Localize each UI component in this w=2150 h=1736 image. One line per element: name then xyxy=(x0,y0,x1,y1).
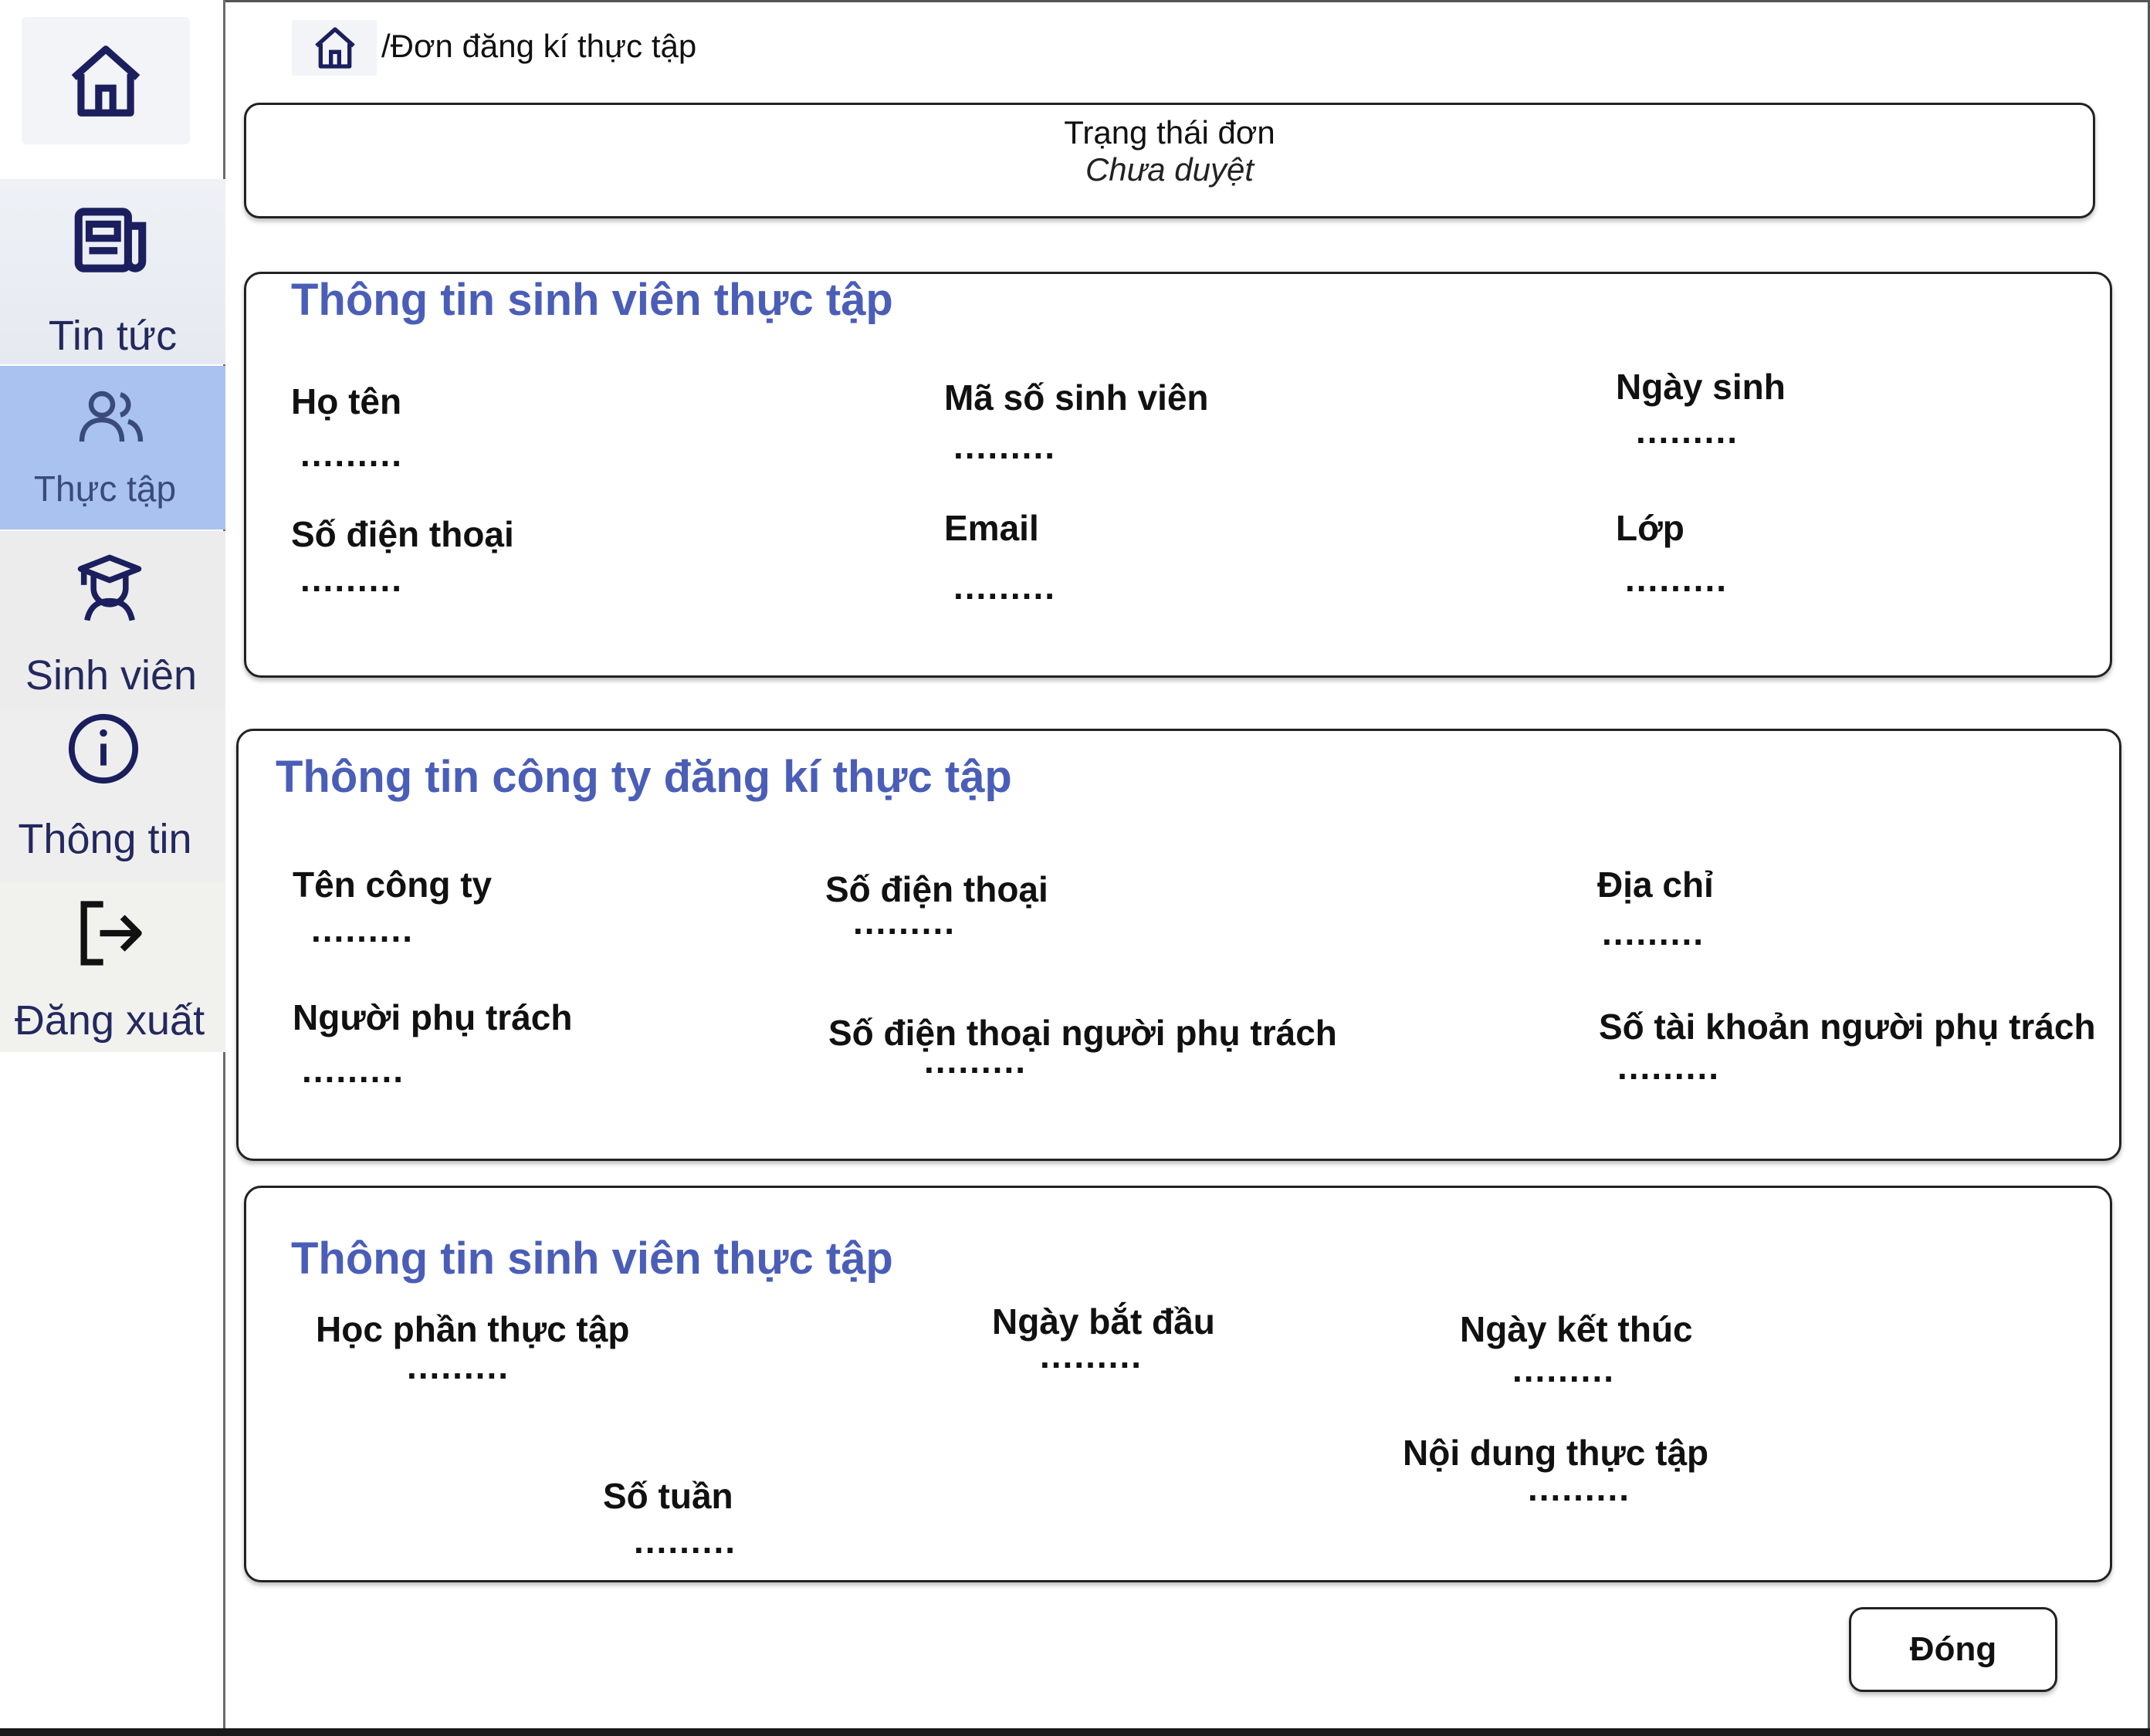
field-label: Ngày sinh xyxy=(1616,367,1786,407)
status-badge: Chưa duyệt xyxy=(1085,151,1254,188)
users-icon xyxy=(79,391,144,442)
sidebar-item-label: Đăng xuất xyxy=(14,997,205,1044)
section-title: Thông tin công ty đăng kí thực tập xyxy=(276,752,1012,802)
field-label: Ngày kết thúc xyxy=(1460,1309,1693,1349)
field-value: ......... xyxy=(1512,1349,1616,1389)
field-label: Số tuần xyxy=(603,1476,733,1516)
field-value: ......... xyxy=(300,559,404,599)
field-label: Số điện thoại xyxy=(291,514,514,554)
student-icon xyxy=(77,554,142,621)
sidebar-item-news[interactable]: Tin tức xyxy=(0,179,225,364)
sidebar-item-label: Tin tức xyxy=(48,313,178,359)
field-label: Người phụ trách xyxy=(293,997,573,1037)
field-label: Email xyxy=(944,508,1039,548)
student-info-card: Thông tin sinh viên thực tập Họ tên ....… xyxy=(244,272,2112,678)
sidebar: Tin tức Thực tập Sinh viên Thông tin Đăn… xyxy=(0,0,225,1736)
sidebar-item-logout[interactable]: Đăng xuất xyxy=(0,882,225,1052)
field-label: Học phần thực tập xyxy=(316,1309,630,1349)
home-icon xyxy=(71,46,141,117)
sidebar-item-label: Thực tập xyxy=(33,469,177,509)
field-value: ......... xyxy=(924,1041,1028,1081)
field-value: ......... xyxy=(407,1346,510,1386)
field-value: ......... xyxy=(1617,1047,1721,1087)
field-value: ......... xyxy=(953,426,1057,466)
close-button[interactable]: Đóng xyxy=(1849,1607,2057,1692)
info-icon xyxy=(68,713,139,784)
breadcrumb: /Đơn đăng kí thực tập xyxy=(381,28,697,64)
window-top-border xyxy=(225,0,2150,2)
field-label: Mã số sinh viên xyxy=(944,377,1209,418)
field-value: ......... xyxy=(311,909,415,949)
section-title: Thông tin sinh viên thực tập xyxy=(291,275,893,325)
status-title: Trạng thái đơn xyxy=(1064,114,1275,151)
sidebar-item-label: Sinh viên xyxy=(25,652,198,699)
field-value: ......... xyxy=(1040,1335,1143,1376)
logout-icon xyxy=(80,901,142,966)
field-value: ......... xyxy=(853,902,956,942)
field-value: ......... xyxy=(302,1050,405,1090)
sidebar-item-label: Thông tin xyxy=(18,816,192,862)
company-info-card: Thông tin công ty đăng kí thực tập Tên c… xyxy=(236,729,2121,1161)
field-value: ......... xyxy=(1602,912,1705,953)
field-label: Họ tên xyxy=(291,381,402,421)
field-value: ......... xyxy=(1636,411,1739,451)
field-label: Số tài khoản người phụ trách xyxy=(1599,1007,2096,1047)
field-value: ......... xyxy=(953,567,1057,607)
internship-info-card: Thông tin sinh viên thực tập Học phần th… xyxy=(244,1186,2112,1582)
sidebar-item-info[interactable]: Thông tin xyxy=(0,709,225,882)
sidebar-item-internship[interactable]: Thực tập xyxy=(0,366,225,530)
newspaper-icon xyxy=(74,208,147,272)
field-label: Số điện thoại người phụ trách xyxy=(828,1013,1337,1053)
section-title: Thông tin sinh viên thực tập xyxy=(291,1233,893,1284)
sidebar-home[interactable] xyxy=(22,17,190,144)
status-panel: Trạng thái đơn Chưa duyệt xyxy=(244,103,2095,218)
app-window: Tin tức Thực tập Sinh viên Thông tin Đăn… xyxy=(0,0,2150,1736)
field-value: ......... xyxy=(300,434,404,474)
sidebar-item-students[interactable]: Sinh viên xyxy=(0,531,225,709)
field-label: Lớp xyxy=(1616,508,1684,548)
home-icon xyxy=(315,27,355,69)
field-label: Tên công ty xyxy=(293,865,493,905)
field-value: ......... xyxy=(1528,1468,1631,1508)
field-value: ......... xyxy=(634,1521,737,1561)
breadcrumb-home-button[interactable] xyxy=(292,20,377,76)
field-value: ......... xyxy=(1625,559,1728,599)
field-label: Địa chỉ xyxy=(1597,865,1714,905)
window-bottom-border xyxy=(0,1728,2150,1736)
